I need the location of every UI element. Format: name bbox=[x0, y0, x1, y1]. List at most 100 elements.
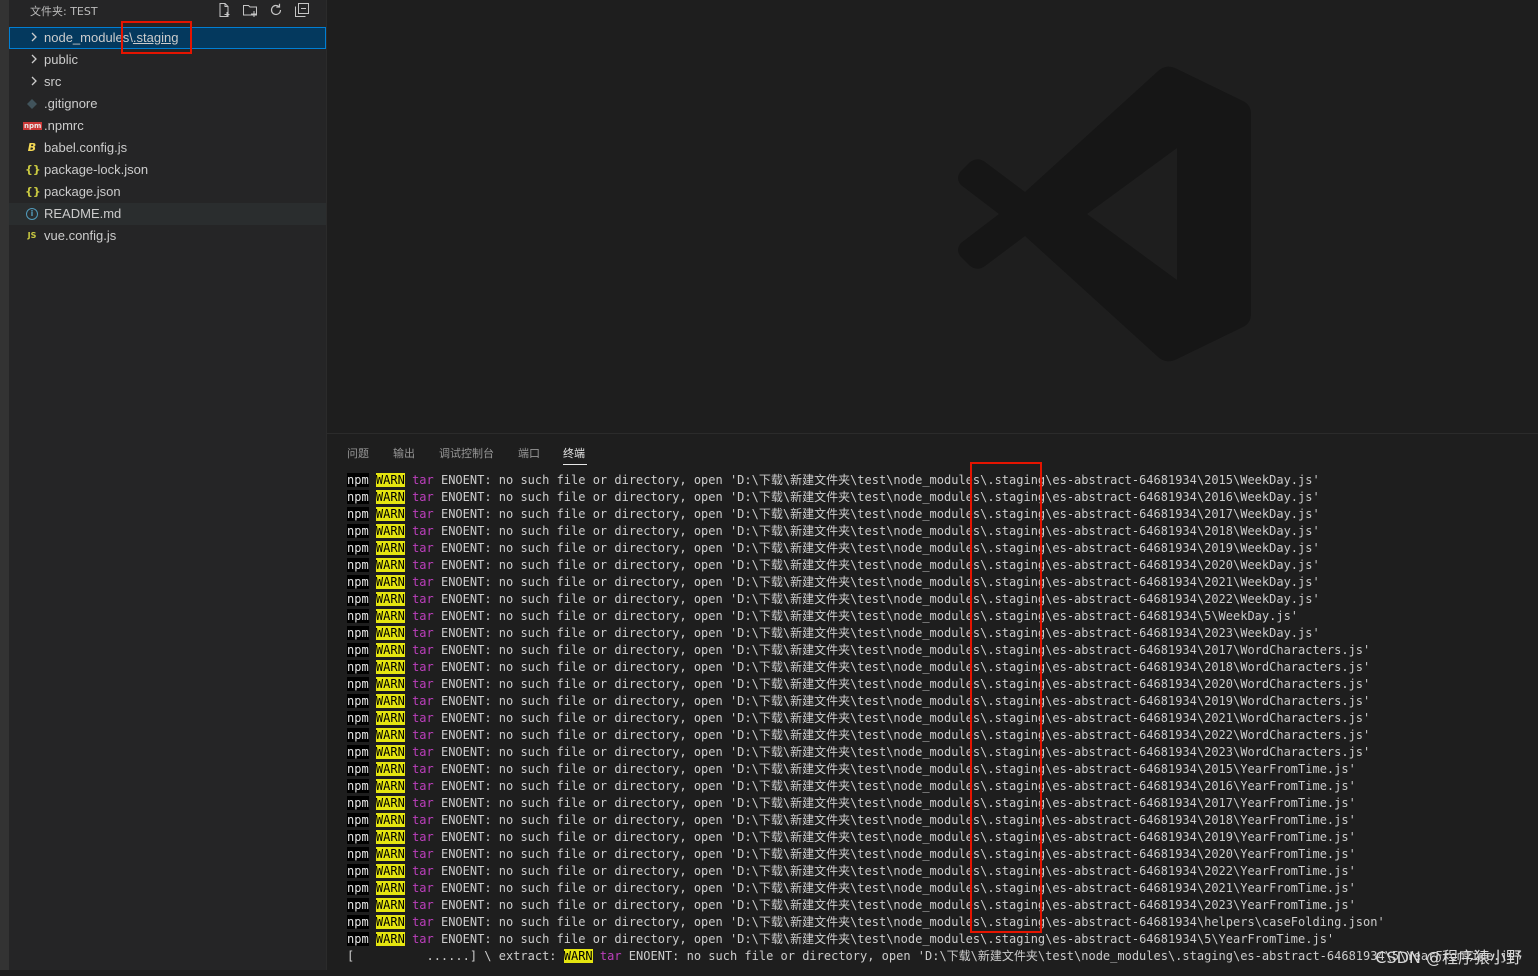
terminal-line: npm WARN tar ENOENT: no such file or dir… bbox=[347, 863, 1522, 880]
new-file-icon[interactable] bbox=[216, 2, 234, 20]
tab-problems[interactable]: 问题 bbox=[347, 445, 369, 461]
json-icon: {} bbox=[25, 185, 41, 198]
tar-label: tar bbox=[412, 541, 434, 555]
npm-label: npm bbox=[347, 473, 369, 487]
error-message: ENOENT: no such file or directory, open … bbox=[433, 881, 1205, 895]
tree-item-label: package.json bbox=[44, 184, 121, 199]
tree-item-npmrc[interactable]: npm .npmrc bbox=[9, 115, 326, 137]
warn-badge: WARN bbox=[375, 660, 405, 674]
npm-label: npm bbox=[347, 541, 369, 555]
warn-badge: WARN bbox=[375, 524, 405, 538]
babel-icon: B bbox=[27, 141, 37, 154]
terminal-line: npm WARN tar ENOENT: no such file or dir… bbox=[347, 659, 1522, 676]
error-path-tail: 2019\WordCharacters.js' bbox=[1204, 694, 1371, 708]
tree-item-label: babel.config.js bbox=[44, 140, 128, 155]
active-tab-indicator bbox=[563, 464, 587, 465]
warn-badge: WARN bbox=[563, 949, 593, 963]
error-path-tail: 2020\YearFromTime.js' bbox=[1204, 847, 1356, 861]
error-message: ENOENT: no such file or directory, open … bbox=[433, 813, 1205, 827]
highlight-box bbox=[121, 21, 192, 54]
error-path-tail: 2023\WordCharacters.js' bbox=[1204, 745, 1371, 759]
error-path-tail: 2022\WordCharacters.js' bbox=[1204, 728, 1371, 742]
tab-ports[interactable]: 端口 bbox=[518, 445, 540, 461]
new-folder-icon[interactable] bbox=[242, 2, 260, 20]
tar-label: tar bbox=[412, 728, 434, 742]
tab-terminal[interactable]: 终端 bbox=[563, 445, 585, 461]
tree-item-label: vue.config.js bbox=[44, 228, 117, 243]
warn-badge: WARN bbox=[375, 881, 405, 895]
warn-badge: WARN bbox=[375, 490, 405, 504]
tree-item-readme[interactable]: i README.md bbox=[9, 203, 326, 225]
tar-label: tar bbox=[412, 473, 434, 487]
tab-output[interactable]: 输出 bbox=[393, 445, 415, 461]
npm-label: npm bbox=[347, 830, 369, 844]
activity-bar-edge bbox=[0, 0, 9, 975]
error-path-tail: 2018\WeekDay.js' bbox=[1204, 524, 1320, 538]
warn-badge: WARN bbox=[375, 541, 405, 555]
terminal-line: npm WARN tar ENOENT: no such file or dir… bbox=[347, 557, 1522, 574]
error-message: ENOENT: no such file or directory, open … bbox=[433, 473, 1205, 487]
terminal-progress-line: [ ......] \ extract: WARN tar ENOENT: no… bbox=[347, 948, 1522, 965]
tar-label: tar bbox=[412, 575, 434, 589]
tree-item-label: package-lock.json bbox=[44, 162, 149, 177]
tree-item-babel-config[interactable]: B babel.config.js bbox=[9, 137, 326, 159]
tar-label: tar bbox=[412, 507, 434, 521]
error-path-tail: 5\YearFromTime.js' bbox=[1204, 932, 1335, 946]
error-path-tail: 2021\WeekDay.js' bbox=[1204, 575, 1320, 589]
npm-label: npm bbox=[347, 592, 369, 606]
npm-icon: npm bbox=[23, 122, 43, 130]
tree-item-gitignore[interactable]: .gitignore bbox=[9, 93, 326, 115]
error-message: ENOENT: no such file or directory, open … bbox=[433, 762, 1205, 776]
error-path-tail: 2017\WordCharacters.js' bbox=[1204, 643, 1371, 657]
error-message: ENOENT: no such file or directory, open … bbox=[433, 524, 1205, 538]
npm-label: npm bbox=[347, 813, 369, 827]
tab-debug-console[interactable]: 调试控制台 bbox=[439, 445, 494, 461]
tree-item-package-json[interactable]: {} package.json bbox=[9, 181, 326, 203]
error-path-tail: 2017\YearFromTime.js' bbox=[1204, 796, 1356, 810]
npm-label: npm bbox=[347, 643, 369, 657]
error-message: ENOENT: no such file or directory, open … bbox=[433, 626, 1205, 640]
terminal-line: npm WARN tar ENOENT: no such file or dir… bbox=[347, 914, 1522, 931]
chevron-right-icon bbox=[31, 54, 37, 64]
tree-item-package-lock[interactable]: {} package-lock.json bbox=[9, 159, 326, 181]
error-message: ENOENT: no such file or directory, open … bbox=[433, 830, 1205, 844]
error-path-tail: 5\WeekDay.js' bbox=[1204, 609, 1299, 623]
warn-badge: WARN bbox=[375, 898, 405, 912]
error-message: ENOENT: no such file or directory, open … bbox=[433, 541, 1205, 555]
npm-label: npm bbox=[347, 609, 369, 623]
warn-badge: WARN bbox=[375, 626, 405, 640]
warn-badge: WARN bbox=[375, 592, 405, 606]
error-message: ENOENT: no such file or directory, open … bbox=[433, 779, 1205, 793]
error-path-tail: helpers\caseFolding.json' bbox=[1204, 915, 1385, 929]
info-icon: i bbox=[26, 208, 38, 220]
terminal-line: npm WARN tar ENOENT: no such file or dir… bbox=[347, 472, 1522, 489]
collapse-all-icon[interactable] bbox=[294, 2, 312, 20]
file-tree: node_modules\.staging public src .gitign… bbox=[9, 27, 326, 247]
tar-label: tar bbox=[412, 864, 434, 878]
error-path-tail: 2019\YearFromTime.js' bbox=[1204, 830, 1356, 844]
chevron-right-icon bbox=[31, 32, 37, 42]
tar-label: tar bbox=[412, 847, 434, 861]
tree-item-src[interactable]: src bbox=[9, 71, 326, 93]
tree-item-label: .gitignore bbox=[44, 96, 98, 111]
panel-tabs: 问题 输出 调试控制台 端口 终端 bbox=[327, 434, 1538, 468]
error-path-tail: 2016\WeekDay.js' bbox=[1204, 490, 1320, 504]
error-message: ENOENT: no such file or directory, open … bbox=[433, 507, 1205, 521]
warn-badge: WARN bbox=[375, 558, 405, 572]
refresh-icon[interactable] bbox=[268, 2, 286, 20]
tree-item-vue-config[interactable]: JS vue.config.js bbox=[9, 225, 326, 247]
error-message: ENOENT: no such file or directory, open … bbox=[433, 915, 1205, 929]
editor-area bbox=[327, 0, 1538, 433]
error-path-tail: 2020\WeekDay.js' bbox=[1204, 558, 1320, 572]
warn-badge: WARN bbox=[375, 745, 405, 759]
terminal-line: npm WARN tar ENOENT: no such file or dir… bbox=[347, 727, 1522, 744]
terminal-line: npm WARN tar ENOENT: no such file or dir… bbox=[347, 574, 1522, 591]
warn-badge: WARN bbox=[375, 796, 405, 810]
warn-badge: WARN bbox=[375, 609, 405, 623]
warn-badge: WARN bbox=[375, 643, 405, 657]
terminal-output[interactable]: npm WARN tar ENOENT: no such file or dir… bbox=[347, 472, 1522, 965]
tar-label: tar bbox=[412, 677, 434, 691]
npm-label: npm bbox=[347, 915, 369, 929]
error-message: ENOENT: no such file or directory, open … bbox=[433, 711, 1205, 725]
error-path-tail: 2021\YearFromTime.js' bbox=[1204, 881, 1356, 895]
